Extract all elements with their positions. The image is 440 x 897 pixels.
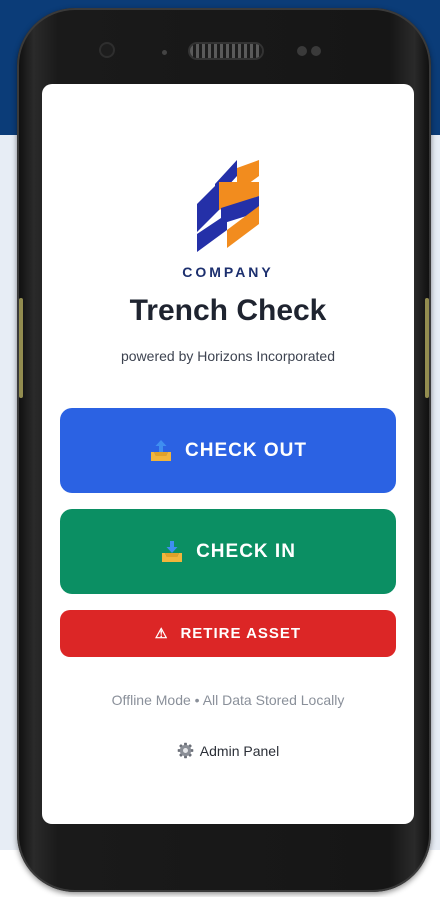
company-logo-icon bbox=[197, 160, 259, 252]
app-screen: COMPANY Trench Check powered by Horizons… bbox=[42, 84, 414, 824]
front-camera bbox=[101, 44, 113, 56]
check-out-label: CHECK OUT bbox=[185, 439, 307, 461]
check-out-button[interactable]: CHECK OUT bbox=[60, 408, 396, 493]
gear-icon bbox=[177, 742, 194, 759]
app-subtitle: powered by Horizons Incorporated bbox=[120, 348, 335, 364]
admin-panel-label: Admin Panel bbox=[199, 742, 280, 759]
proximity-sensor bbox=[162, 50, 167, 55]
company-wordmark: COMPANY bbox=[182, 264, 274, 280]
phone-frame: COMPANY Trench Check powered by Horizons… bbox=[17, 8, 431, 892]
earpiece-speaker bbox=[190, 44, 262, 58]
warning-icon: ⚠ bbox=[154, 625, 169, 641]
outbox-tray-icon bbox=[149, 439, 173, 463]
retire-asset-label: RETIRE ASSET bbox=[180, 625, 302, 642]
admin-panel-link[interactable]: Admin Panel bbox=[42, 742, 414, 759]
check-in-button[interactable]: CHECK IN bbox=[60, 509, 396, 594]
check-in-label: CHECK IN bbox=[196, 540, 296, 562]
app-title: Trench Check bbox=[129, 294, 327, 327]
side-key-left bbox=[19, 298, 23, 398]
side-key-right bbox=[425, 298, 429, 398]
offline-status-text: Offline Mode • All Data Stored Locally bbox=[111, 692, 345, 708]
retire-asset-button[interactable]: ⚠ RETIRE ASSET bbox=[60, 610, 396, 657]
inbox-tray-icon bbox=[160, 540, 184, 564]
sensor-cluster bbox=[297, 46, 329, 56]
